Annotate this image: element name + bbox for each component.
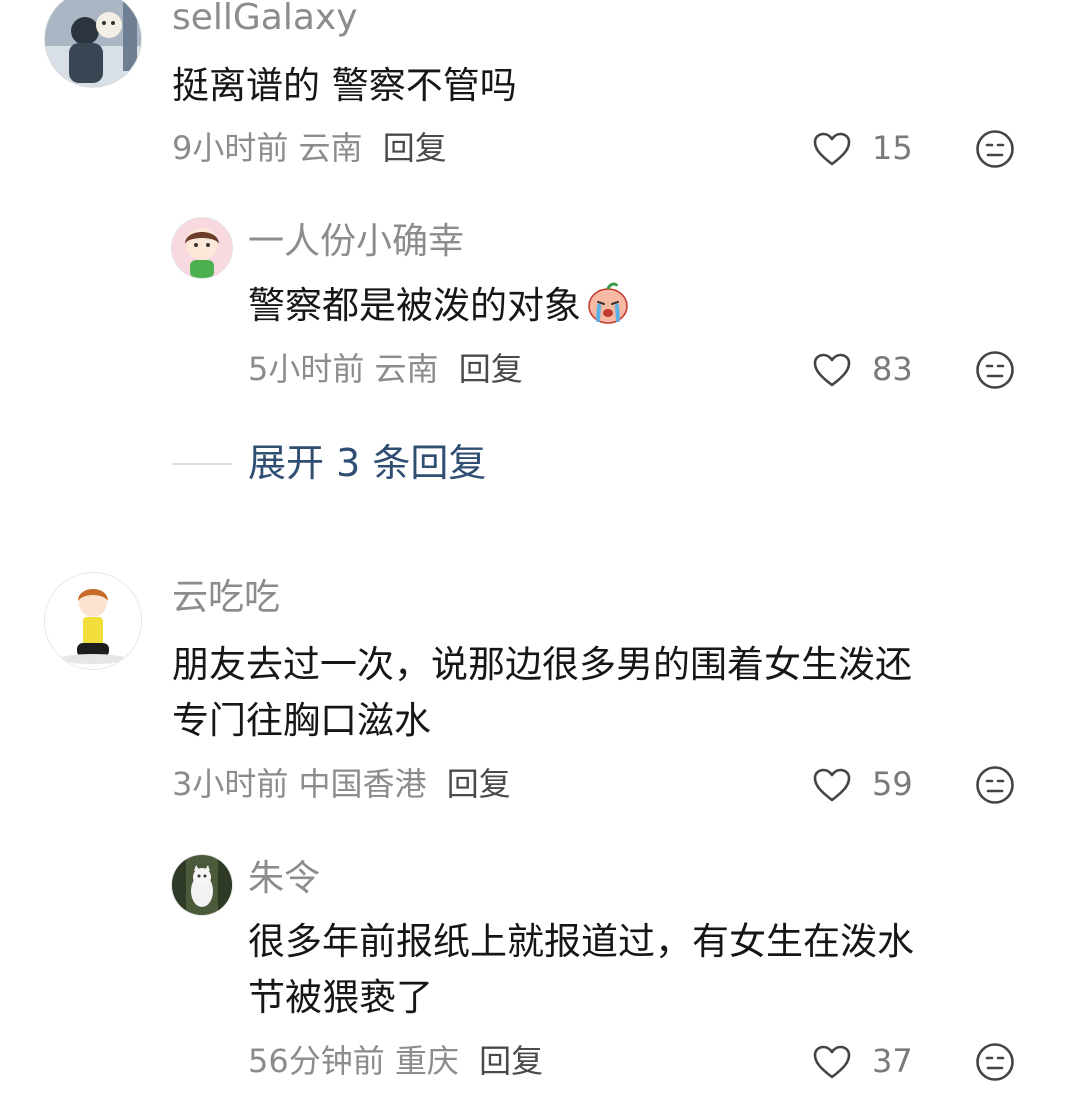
reply-username[interactable]: 朱令 (248, 861, 320, 897)
reply-time: 56分钟前 (248, 1042, 385, 1080)
comment-location: 云南 (298, 129, 363, 167)
like-count: 15 (872, 129, 913, 167)
reply-username[interactable]: 一人份小确幸 (248, 224, 464, 260)
avatar[interactable] (171, 217, 233, 279)
like-count: 59 (872, 765, 913, 803)
crying-emoji-icon (588, 282, 628, 324)
reply-button[interactable]: 回复 (479, 1042, 543, 1080)
reply-text-line-2: 节被猥亵了 (248, 976, 433, 1019)
reply-text-line-1: 很多年前报纸上就报道过，有女生在泼水 (248, 920, 914, 963)
expand-replies-button[interactable]: 展开 3 条回复 (248, 444, 486, 482)
heart-icon[interactable] (812, 131, 852, 167)
like-count: 83 (872, 350, 913, 388)
reply-button[interactable]: 回复 (447, 765, 511, 803)
comment-username[interactable]: 云吃吃 (172, 580, 280, 616)
reply-time: 5小时前 (248, 350, 365, 388)
heart-icon[interactable] (812, 1044, 852, 1080)
reply-text: 警察都是被泼的对象 (248, 278, 631, 334)
reply-button[interactable]: 回复 (383, 129, 447, 167)
reply-meta: 5小时前 云南 回复 (248, 353, 523, 385)
dislike-face-icon[interactable] (975, 1042, 1015, 1082)
heart-icon[interactable] (812, 352, 852, 388)
dislike-face-icon[interactable] (975, 129, 1015, 169)
expand-divider (172, 463, 232, 465)
avatar-image (172, 855, 232, 915)
comment-username[interactable]: sellGalaxy (172, 0, 358, 36)
avatar-image (45, 573, 141, 669)
avatar-image (45, 0, 141, 87)
comment-time: 3小时前 (172, 765, 289, 803)
reply-button[interactable]: 回复 (459, 350, 523, 388)
avatar-image (172, 218, 232, 278)
like-count: 37 (872, 1042, 913, 1080)
comment-time: 9小时前 (172, 129, 289, 167)
avatar[interactable] (171, 854, 233, 916)
reply-text-content: 警察都是被泼的对象 (248, 284, 581, 327)
avatar[interactable] (44, 572, 142, 670)
heart-icon[interactable] (812, 767, 852, 803)
comment-text: 挺离谱的 警察不管吗 (172, 64, 517, 107)
comment-meta: 3小时前 中国香港 回复 (172, 768, 511, 800)
comment-text-line-2: 专门往胸口滋水 (172, 699, 431, 742)
reply-location: 云南 (374, 350, 439, 388)
dislike-face-icon[interactable] (975, 350, 1015, 390)
dislike-face-icon[interactable] (975, 765, 1015, 805)
reply-meta: 56分钟前 重庆 回复 (248, 1045, 543, 1077)
comment-meta: 9小时前 云南 回复 (172, 132, 447, 164)
comment-location: 中国香港 (298, 765, 427, 803)
avatar[interactable] (44, 0, 142, 88)
reply-location: 重庆 (394, 1042, 459, 1080)
comment-text-line-1: 朋友去过一次，说那边很多男的围着女生泼还 (172, 643, 912, 686)
